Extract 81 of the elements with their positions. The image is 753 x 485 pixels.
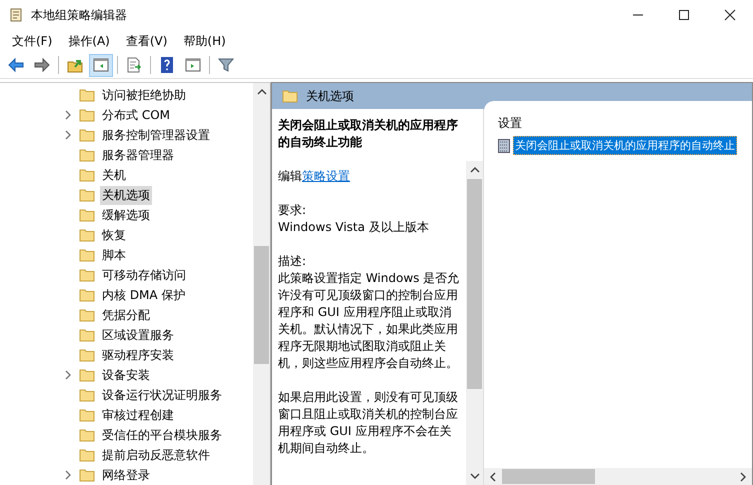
menu-item[interactable]: 操作(A) — [60, 32, 118, 50]
expand-chevron-icon[interactable] — [64, 370, 72, 380]
menu-item[interactable]: 文件(F) — [4, 32, 60, 50]
pane-title: 关机选项 — [306, 88, 354, 104]
maximize-icon — [678, 9, 690, 21]
policy-title: 关闭会阻止或取消关机的应用程序的自动终止功能 — [278, 117, 459, 151]
folder-icon — [79, 148, 95, 162]
show-tree-button[interactable] — [89, 54, 113, 76]
tree-item[interactable]: 内核 DMA 保护 — [100, 286, 188, 304]
folder-icon — [79, 368, 95, 382]
scroll-left-icon[interactable] — [489, 472, 497, 482]
panel-icon — [184, 56, 202, 74]
setting-row[interactable]: 关闭会阻止或取消关机的应用程序的自动终止 — [513, 136, 737, 155]
left-arrow-icon — [7, 56, 25, 74]
folder-icon — [79, 128, 95, 142]
description-text: 如果启用此设置，则没有可见顶级窗口且阻止或取消关机的控制台应用程序或 GUI 应用程序不会在关机期间自动终止。 — [278, 389, 459, 457]
scroll-right-icon[interactable] — [739, 472, 747, 482]
policy-settings-link[interactable]: 策略设置 — [302, 169, 350, 183]
app-icon — [8, 7, 24, 23]
vertical-scrollbar[interactable] — [466, 161, 483, 485]
tree-item[interactable]: 设备安装 — [100, 366, 152, 384]
tree-item[interactable]: 分布式 COM — [100, 106, 172, 124]
scroll-up-icon[interactable] — [470, 166, 480, 174]
tree-item[interactable]: 区域设置服务 — [100, 326, 176, 344]
close-icon — [724, 9, 736, 21]
expand-chevron-icon[interactable] — [64, 470, 72, 480]
tree-item[interactable]: 服务控制管理器设置 — [100, 126, 212, 144]
tree-item[interactable]: 提前启动反恶意软件 — [100, 446, 212, 464]
folder-icon — [79, 468, 95, 482]
folder-icon — [79, 88, 95, 102]
tree-item[interactable]: 关机 — [100, 166, 128, 184]
vertical-scrollbar[interactable] — [253, 83, 270, 485]
tree-item[interactable]: 网络登录 — [100, 466, 152, 484]
folder-icon — [79, 348, 95, 362]
tree-item[interactable]: 关机选项 — [100, 186, 152, 204]
expand-chevron-icon[interactable] — [64, 130, 72, 140]
scroll-up-icon[interactable] — [256, 88, 266, 96]
folder-icon — [79, 388, 95, 402]
tree-item[interactable]: 可移动存储访问 — [100, 266, 188, 284]
folder-icon — [79, 428, 95, 442]
menu-item[interactable]: 帮助(H) — [175, 32, 234, 50]
tree-item[interactable]: 凭据分配 — [100, 306, 152, 324]
tree-item[interactable]: 访问被拒绝协助 — [100, 86, 188, 104]
folder-icon — [79, 268, 95, 282]
setting-icon — [498, 138, 510, 152]
tree-item[interactable]: 恢复 — [100, 226, 128, 244]
folder-icon — [79, 208, 95, 222]
folder-icon — [79, 328, 95, 342]
description-text: 此策略设置指定 Windows 是否允许没有可见顶级窗口的控制台应用程序和 GUI 应用程序阻止或取消关机。默认情况下，如果此类应用程序无限期地试图取消或阻止关机，则这些应用程序会自动终止。 — [278, 270, 460, 372]
folder-icon — [282, 89, 298, 103]
folder-icon — [79, 248, 95, 262]
folder-icon — [79, 408, 95, 422]
folder-icon — [79, 108, 95, 122]
horizontal-scrollbar[interactable] — [484, 468, 752, 485]
tree-item[interactable]: 缓解选项 — [100, 206, 152, 224]
folder-icon — [79, 168, 95, 182]
expand-chevron-icon[interactable] — [64, 110, 72, 120]
tree-item[interactable]: 设备运行状况证明服务 — [100, 386, 224, 404]
description-label: 描述: — [278, 253, 308, 270]
tree-item[interactable]: 审核过程创建 — [100, 406, 176, 424]
filter-icon — [217, 56, 235, 74]
column-header[interactable]: 设置 — [498, 113, 752, 133]
folder-icon — [79, 188, 95, 202]
folder-icon — [79, 308, 95, 322]
panel-icon — [92, 56, 110, 74]
folder-icon — [79, 448, 95, 462]
tree-item[interactable]: 受信任的平台模块服务 — [100, 426, 224, 444]
requirements-text: Windows Vista 及以上版本 — [278, 219, 430, 236]
scroll-down-icon[interactable] — [470, 472, 480, 480]
requirements-label: 要求: — [278, 202, 308, 219]
tree-item[interactable]: 服务器管理器 — [100, 146, 176, 164]
edit-label: 编辑 — [278, 169, 302, 183]
right-arrow-icon — [33, 56, 51, 74]
export-icon — [125, 56, 143, 74]
folder-icon — [79, 288, 95, 302]
help-icon — [158, 56, 176, 74]
tree-item[interactable]: 脚本 — [100, 246, 128, 264]
tree-item[interactable]: 驱动程序安装 — [100, 346, 176, 364]
window-title: 本地组策略编辑器 — [31, 6, 127, 24]
folder-icon — [79, 228, 95, 242]
menu-item[interactable]: 查看(V) — [118, 32, 176, 50]
